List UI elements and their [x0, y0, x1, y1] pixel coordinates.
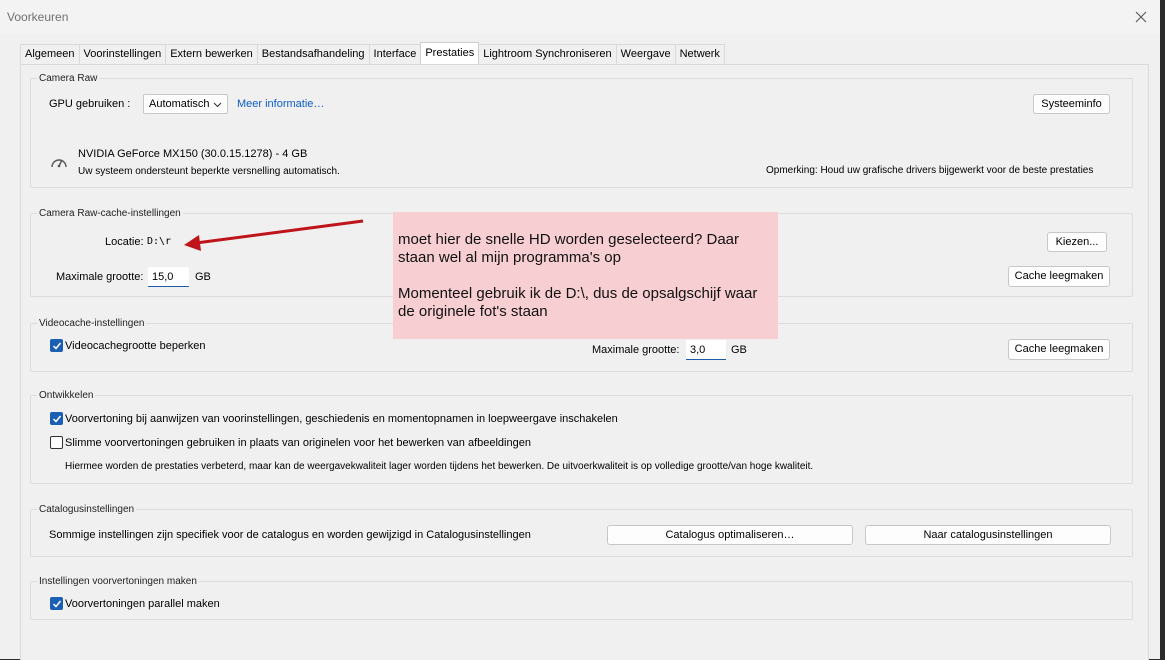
cache-max-size-input[interactable]	[148, 267, 189, 287]
tab-netwerk[interactable]: Netwerk	[674, 44, 725, 64]
tab-algemeen[interactable]: Algemeen	[20, 44, 80, 64]
close-icon	[1135, 11, 1147, 23]
title-bar: Voorkeuren	[0, 0, 1160, 34]
gpu-select[interactable]: Automatisch	[143, 94, 228, 114]
annotation-note: moet hier de snelle HD worden geselectee…	[393, 212, 778, 339]
tab-lightroom-synchroniseren[interactable]: Lightroom Synchroniseren	[478, 44, 617, 64]
cache-max-size-label: Maximale grootte:	[56, 271, 144, 283]
gauge-icon	[51, 159, 67, 168]
video-size-unit: GB	[731, 344, 747, 356]
smart-previews-label: Slimme voorvertoningen gebruiken in plaa…	[65, 437, 531, 449]
camera-raw-title: Camera Raw	[37, 73, 100, 84]
check-icon	[52, 600, 62, 608]
tab-bestandsafhandeling[interactable]: Bestandsafhandeling	[256, 44, 370, 64]
system-info-button[interactable]: Systeeminfo	[1033, 94, 1110, 114]
parallel-previews-label: Voorvertoningen parallel maken	[65, 598, 220, 610]
smart-previews-note: Hiermee worden de prestaties verbeterd, …	[65, 461, 814, 472]
tab-interface[interactable]: Interface	[368, 44, 422, 64]
more-info-link[interactable]: Meer informatie…	[237, 98, 324, 110]
preview-hover-checkbox[interactable]	[50, 412, 63, 425]
close-button[interactable]	[1130, 6, 1152, 28]
smart-previews-checkbox[interactable]	[50, 436, 63, 449]
annotation-line-1: moet hier de snelle HD worden geselectee…	[398, 231, 740, 266]
catalog-title: Catalogusinstellingen	[37, 504, 137, 515]
cache-clear-button[interactable]: Cache leegmaken	[1008, 266, 1110, 287]
background-strip	[1160, 0, 1165, 659]
location-value: D:\r	[147, 236, 172, 247]
catalog-settings-button[interactable]: Naar catalogusinstellingen	[865, 525, 1111, 545]
cache-size-unit: GB	[195, 271, 211, 283]
driver-remark: Opmerking: Houd uw grafische drivers bij…	[766, 165, 1094, 176]
cache-title: Camera Raw-cache-instellingen	[37, 208, 183, 219]
tab-prestaties[interactable]: Prestaties	[420, 42, 480, 64]
tab-extern-bewerken[interactable]: Extern bewerken	[165, 44, 258, 64]
optimize-catalog-button[interactable]: Catalogus optimaliseren…	[607, 525, 853, 545]
preview-hover-label: Voorvertoning bij aanwijzen van voorinst…	[65, 413, 618, 425]
gpu-status: Uw systeem ondersteunt beperkte versnell…	[78, 166, 340, 177]
gpu-name: NVIDIA GeForce MX150 (30.0.15.1278) - 4 …	[78, 148, 308, 160]
choose-button[interactable]: Kiezen...	[1047, 232, 1107, 252]
video-cache-clear-button[interactable]: Cache leegmaken	[1008, 339, 1110, 360]
video-max-size-input[interactable]	[686, 340, 726, 360]
annotation-line-2: Momenteel gebruik ik de D:\, dus de opsa…	[398, 285, 758, 320]
video-max-size-label: Maximale grootte:	[592, 344, 680, 356]
preferences-window: Voorkeuren Algemeen Voorinstellingen Ext…	[0, 0, 1161, 660]
location-label: Locatie:	[105, 236, 144, 248]
check-icon	[52, 342, 62, 350]
chevron-down-icon	[213, 102, 222, 108]
catalog-description: Sommige instellingen zijn specifiek voor…	[49, 529, 531, 541]
check-icon	[52, 415, 62, 423]
parallel-previews-checkbox[interactable]	[50, 597, 63, 610]
window-title: Voorkeuren	[7, 10, 69, 24]
tab-voorinstellingen[interactable]: Voorinstellingen	[78, 44, 167, 64]
gpu-select-value: Automatisch	[149, 98, 210, 110]
tab-bar: Algemeen Voorinstellingen Extern bewerke…	[20, 42, 725, 64]
video-cache-limit-label: Videocachegrootte beperken	[65, 340, 206, 352]
tab-weergave[interactable]: Weergave	[615, 44, 676, 64]
develop-title: Ontwikkelen	[37, 390, 96, 401]
previews-title: Instellingen voorvertoningen maken	[37, 576, 199, 587]
video-cache-limit-checkbox[interactable]	[50, 339, 63, 352]
gpu-label: GPU gebruiken :	[49, 98, 131, 110]
video-cache-title: Videocache-instellingen	[37, 318, 147, 329]
